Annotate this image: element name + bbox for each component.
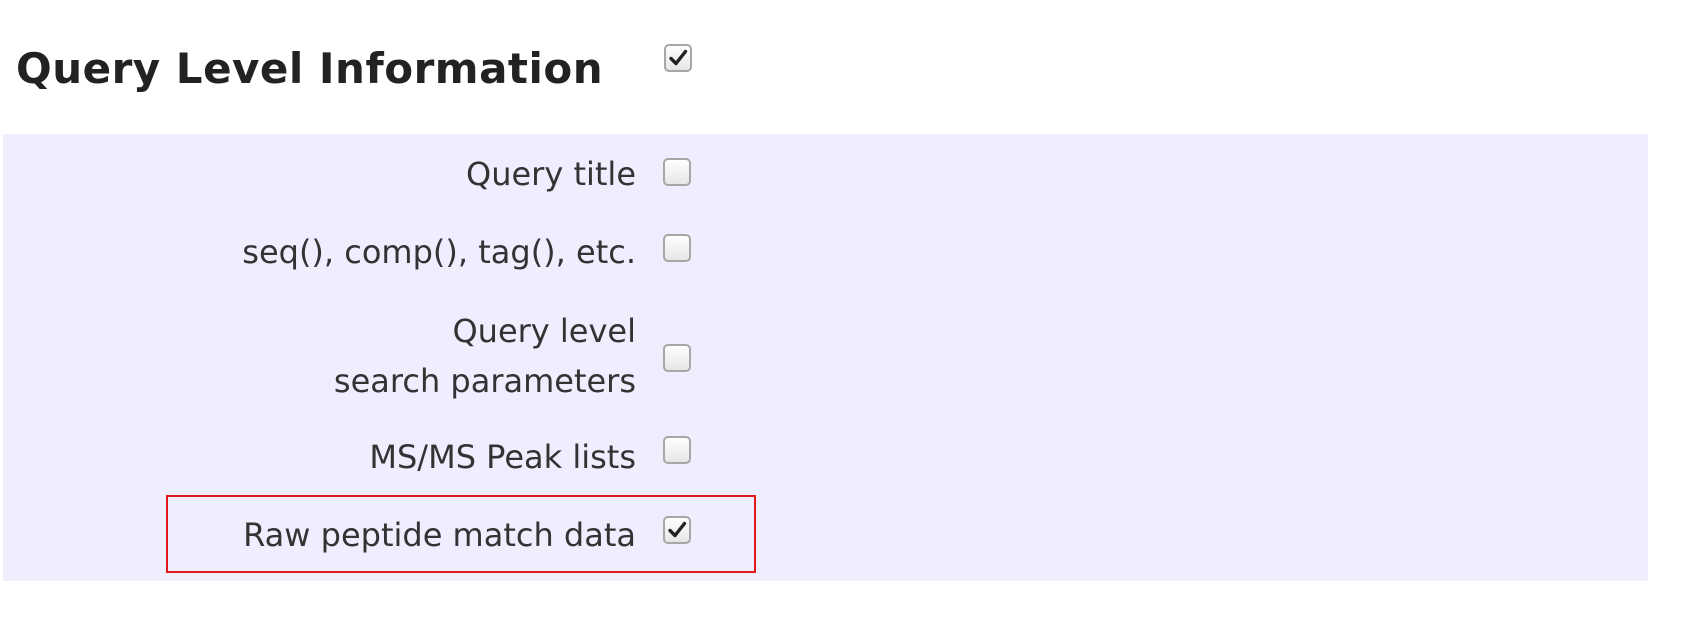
option-label-seq-comp-tag: seq(), comp(), tag(), etc. <box>242 233 636 271</box>
option-label-raw-peptide-match-data: Raw peptide match data <box>243 516 636 554</box>
query-level-information-page: Query Level Information Query title seq(… <box>0 0 1681 630</box>
query-options-panel: Query title seq(), comp(), tag(), etc. Q… <box>3 134 1648 581</box>
raw-peptide-match-data-checkbox[interactable] <box>663 516 691 544</box>
option-label-query-level-line2: search parameters <box>333 362 636 400</box>
checkmark-icon <box>668 521 687 538</box>
option-row-seq-comp-tag: seq(), comp(), tag(), etc. <box>3 222 763 282</box>
section-header: Query Level Information <box>16 28 736 108</box>
option-row-msms-peak-lists: MS/MS Peak lists <box>3 424 763 484</box>
section-title: Query Level Information <box>16 44 604 93</box>
option-label-msms-peak-lists: MS/MS Peak lists <box>369 438 636 476</box>
option-row-query-level-search-parameters: Query level search parameters <box>3 302 763 412</box>
query-level-search-parameters-checkbox[interactable] <box>663 344 691 372</box>
query-title-checkbox[interactable] <box>663 158 691 186</box>
option-row-query-title: Query title <box>3 144 763 204</box>
query-level-information-checkbox[interactable] <box>664 44 692 72</box>
msms-peak-lists-checkbox[interactable] <box>663 436 691 464</box>
seq-comp-tag-checkbox[interactable] <box>663 234 691 262</box>
option-label-query-level-line1: Query level <box>452 312 636 350</box>
option-label-query-title: Query title <box>466 155 636 193</box>
checkmark-icon <box>669 49 688 66</box>
option-row-raw-peptide-match-data: Raw peptide match data <box>3 504 763 564</box>
